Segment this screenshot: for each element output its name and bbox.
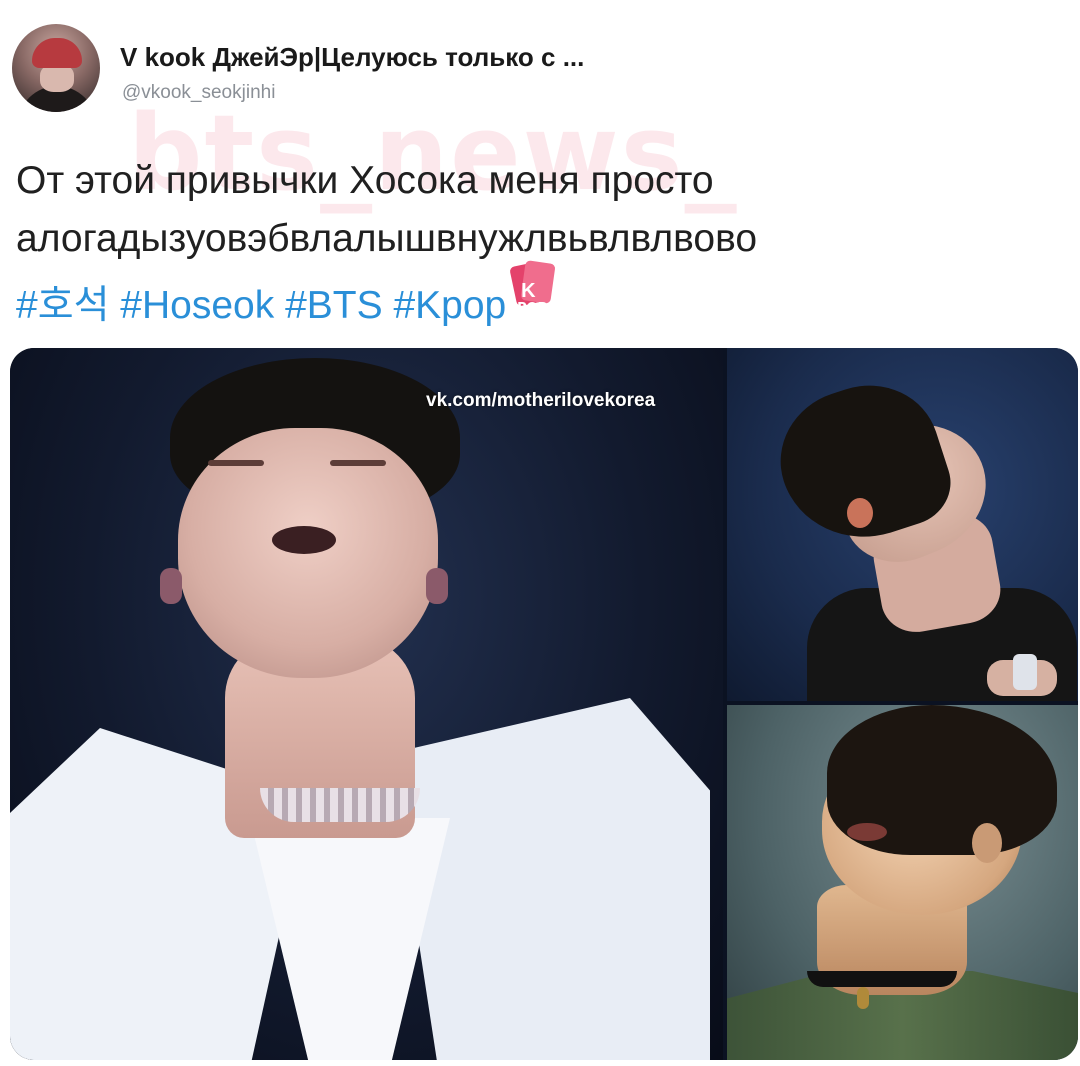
kpop-badge-pop: POP	[517, 301, 548, 316]
photo1-necklace	[260, 788, 420, 822]
photo3-pendant	[857, 987, 869, 1009]
kpop-emoji-icon: K POP	[509, 258, 556, 316]
photo-watermark-url: vk.com/motherilovekorea	[426, 390, 656, 411]
photo-top-right[interactable]	[727, 348, 1078, 701]
avatar[interactable]	[12, 24, 100, 112]
photo-large-left[interactable]: vk.com/motherilovekorea	[10, 348, 723, 1060]
photo1-earpiece-right	[426, 568, 448, 604]
hashtag-row: #호석 #Hoseok #BTS #Kpop K POP	[16, 260, 1056, 335]
media-grid: vk.com/motherilovekorea	[10, 348, 1078, 1060]
photo2-microphone	[1013, 654, 1037, 690]
hashtag-kpop[interactable]: #Kpop	[393, 277, 506, 335]
photo2-ear	[847, 498, 873, 528]
photo3-ear	[972, 823, 1002, 863]
photo3-choker	[807, 971, 957, 987]
photo1-mouth	[272, 526, 336, 554]
hashtag-hoseok[interactable]: #Hoseok	[120, 277, 274, 335]
hashtag-bts[interactable]: #BTS	[285, 277, 383, 335]
tweet-text: От этой привычки Хосока меня просто алог…	[16, 152, 1056, 335]
hashtag-hoseok-korean[interactable]: #호석	[16, 277, 109, 335]
display-name[interactable]: V kook ДжейЭр|Целуюсь только с ...	[120, 42, 584, 73]
avatar-cap-shape	[32, 38, 82, 68]
tweet-card: bts_news_ V kook ДжейЭр|Целуюсь только с…	[0, 0, 1080, 1066]
photo1-shirt	[250, 818, 450, 1060]
photo1-earpiece-left	[160, 568, 182, 604]
photo-bottom-right[interactable]	[727, 705, 1078, 1060]
photo1-eye-left	[208, 460, 264, 466]
avatar-face-shape	[40, 64, 74, 92]
photo1-eye-right	[330, 460, 386, 466]
photo1-jacket-right	[390, 698, 710, 1060]
user-handle[interactable]: @vkook_seokjinhi	[122, 82, 275, 104]
tweet-text-line-1: От этой привычки Хосока меня просто	[16, 159, 714, 202]
photo3-mouth	[847, 823, 887, 841]
